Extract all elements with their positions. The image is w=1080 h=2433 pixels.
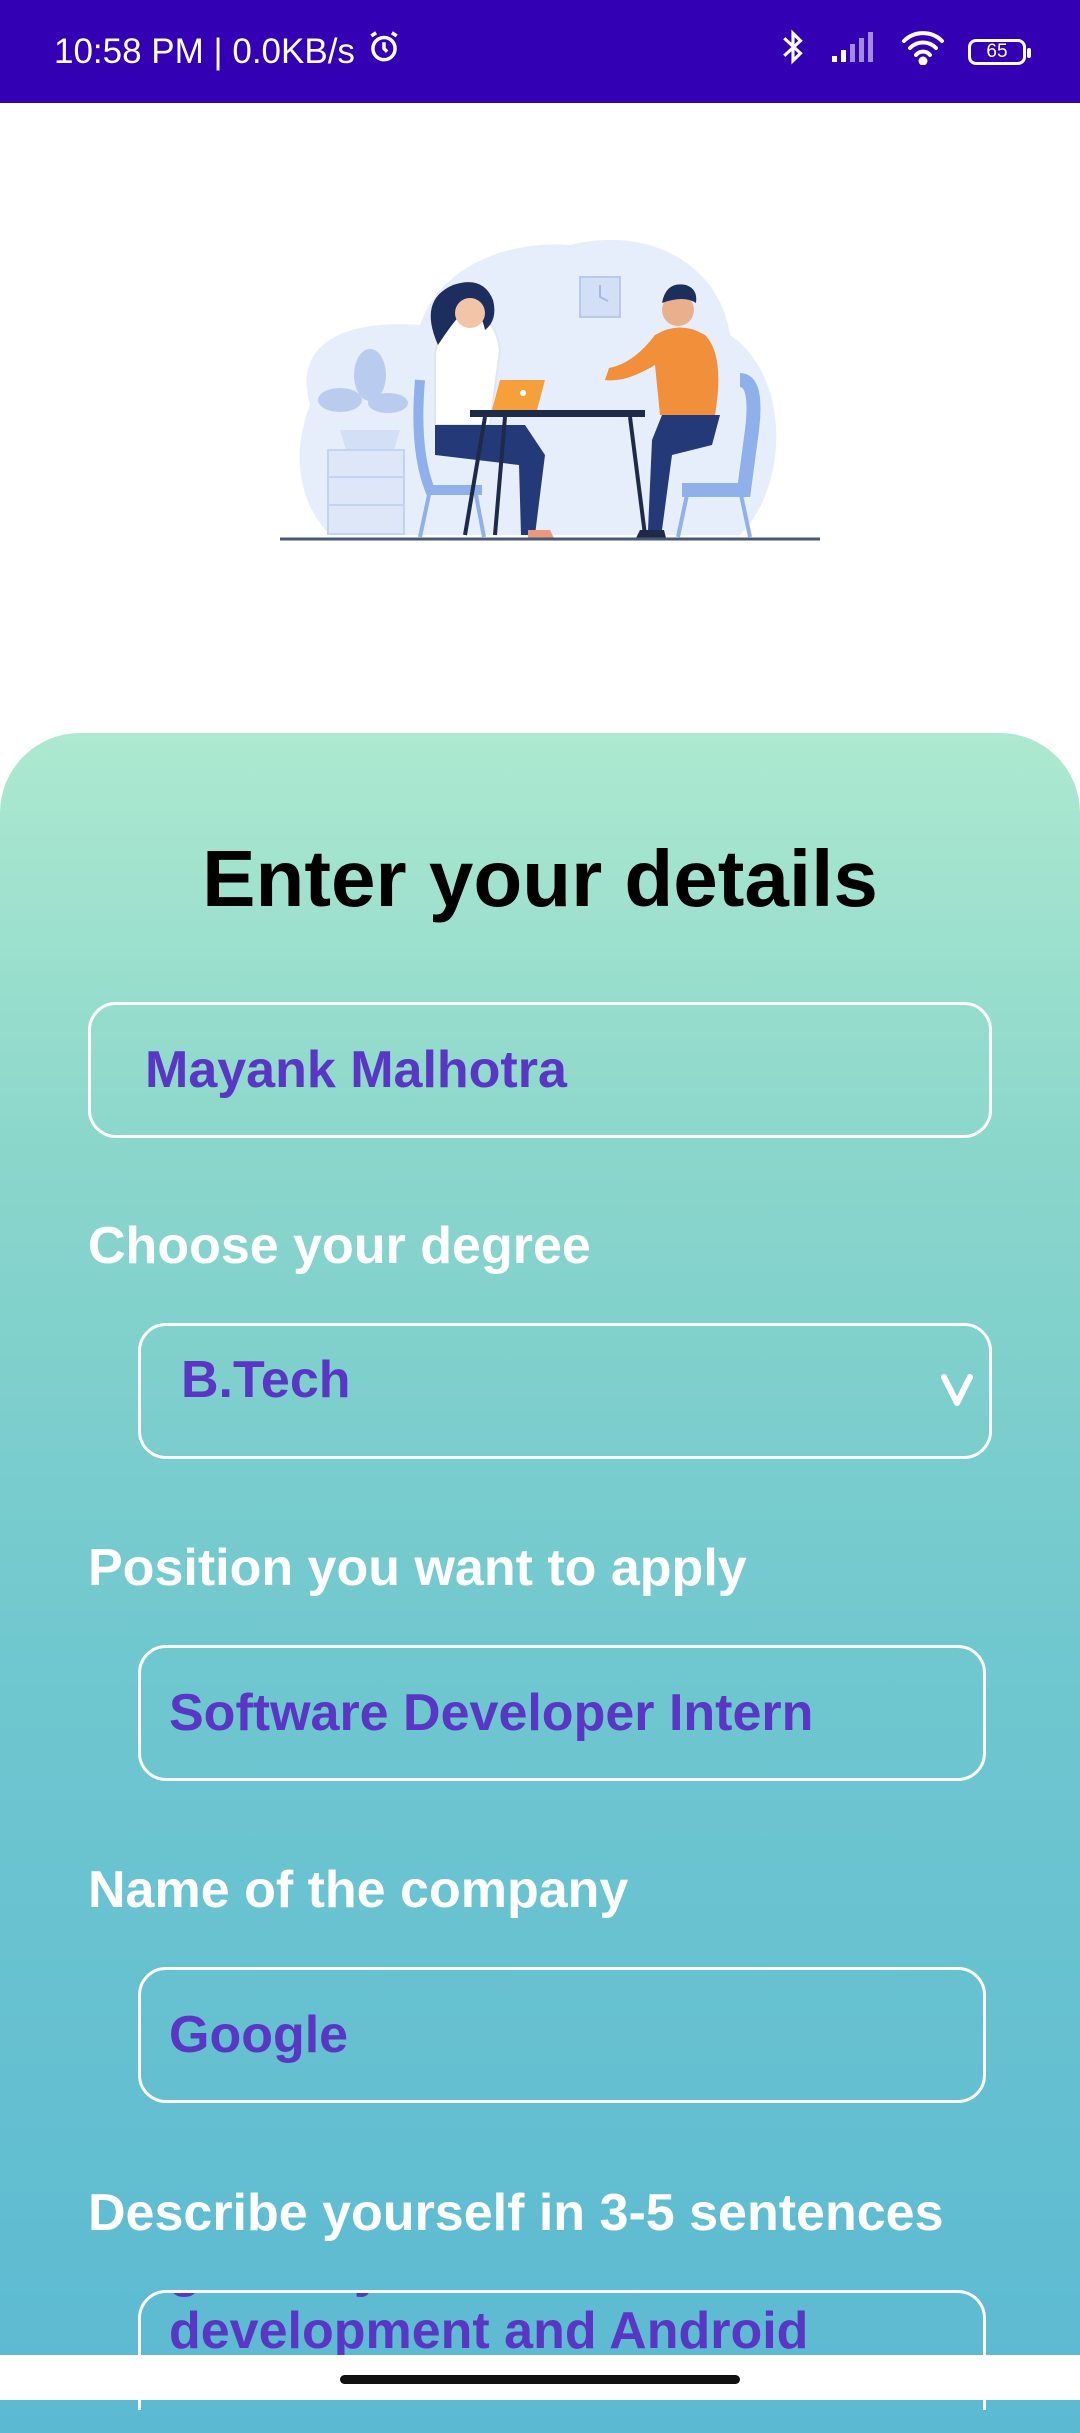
degree-label: Choose your degree <box>88 1217 591 1275</box>
degree-dropdown[interactable]: B.Tech <box>138 1323 992 1459</box>
bluetooth-icon <box>778 27 808 76</box>
home-gesture-handle[interactable] <box>340 2375 740 2384</box>
wifi-icon <box>900 29 946 74</box>
form-title: Enter your details <box>202 834 878 923</box>
degree-dropdown-value: B.Tech <box>181 1351 351 1409</box>
describe-label: Describe yourself in 3-5 sentences <box>88 2184 944 2242</box>
navigation-bar <box>0 2355 1080 2400</box>
chevron-down-icon <box>939 1366 975 1420</box>
name-input[interactable]: Mayank Malhotra <box>88 1002 992 1138</box>
status-time-speed: 10:58 PM | 0.0KB/s <box>54 31 355 71</box>
details-form-panel: Enter your details Mayank Malhotra Choos… <box>0 733 1080 2433</box>
position-input-value: Software Developer Intern <box>169 1684 814 1742</box>
position-input[interactable]: Software Developer Intern <box>138 1645 986 1781</box>
name-input-value: Mayank Malhotra <box>145 1041 567 1099</box>
alarm-icon <box>365 28 403 75</box>
company-input-value: Google <box>169 2006 349 2064</box>
company-input[interactable]: Google <box>138 1967 986 2103</box>
status-right: 65 <box>778 27 1031 76</box>
interview-illustration <box>270 225 830 545</box>
position-label: Position you want to apply <box>88 1539 747 1597</box>
describe-textarea-value: grow my skills in Software development a… <box>169 2293 822 2360</box>
status-left: 10:58 PM | 0.0KB/s <box>54 28 403 75</box>
signal-icon <box>830 30 878 73</box>
status-bar: 10:58 PM | 0.0KB/s 65 <box>0 0 1080 103</box>
battery-icon: 65 <box>968 38 1031 65</box>
company-label: Name of the company <box>88 1861 629 1919</box>
battery-level: 65 <box>986 40 1008 62</box>
